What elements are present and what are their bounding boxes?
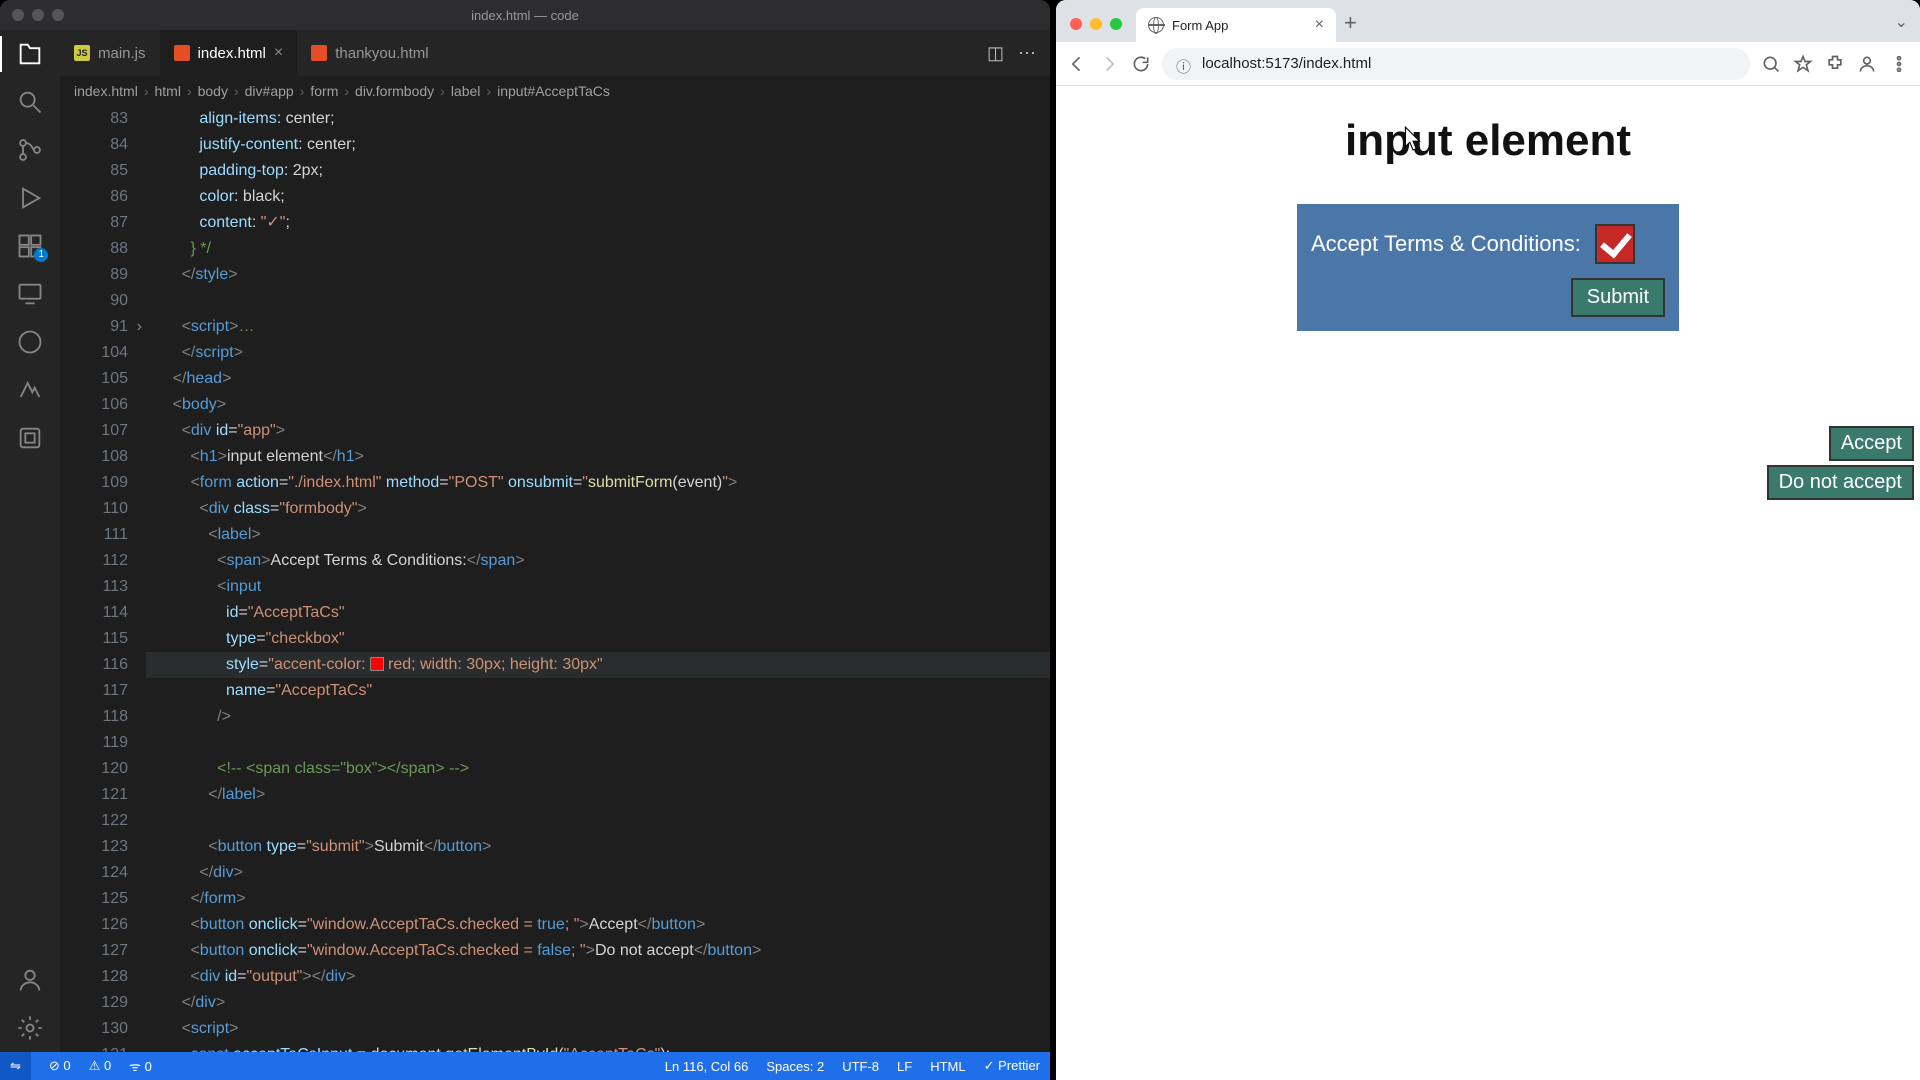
search-icon[interactable] [16, 88, 44, 116]
globe-icon [1148, 17, 1164, 33]
forward-button[interactable] [1098, 53, 1120, 75]
activity-icon-extra2[interactable] [16, 424, 44, 452]
html-file-icon [174, 45, 190, 61]
run-debug-icon[interactable] [16, 184, 44, 212]
status-ports[interactable]: ᯤ 0 [129, 1057, 152, 1075]
browser-titlebar: Form App × + ⌄ [1056, 0, 1920, 42]
source-control-icon[interactable] [16, 136, 44, 164]
copilot-icon[interactable] [16, 328, 44, 356]
activity-bar: 1 [0, 30, 60, 1052]
traffic-min[interactable] [1090, 18, 1102, 30]
account-icon[interactable] [16, 966, 44, 994]
reject-button[interactable]: Do not accept [1767, 465, 1914, 500]
status-prettier[interactable]: ✓ Prettier [984, 1058, 1040, 1074]
traffic-max[interactable] [1110, 18, 1122, 30]
html-file-icon [311, 45, 327, 61]
extensions-badge: 1 [34, 248, 48, 262]
profile-icon[interactable] [1856, 53, 1878, 75]
address-bar[interactable]: ⓘ localhost:5173/index.html [1162, 48, 1750, 80]
tab-index-html[interactable]: index.html × [160, 30, 298, 76]
tab-label: main.js [98, 45, 146, 62]
bookmark-icon[interactable] [1792, 53, 1814, 75]
status-encoding[interactable]: UTF-8 [842, 1059, 879, 1074]
split-editor-icon[interactable]: ◫ [987, 43, 1004, 64]
back-button[interactable] [1066, 53, 1088, 75]
tab-title: Form App [1172, 18, 1228, 33]
remote-indicator[interactable]: ⇋ [0, 1052, 31, 1080]
browser-menu-icon[interactable] [1888, 53, 1910, 75]
tab-main-js[interactable]: JS main.js [60, 30, 160, 76]
side-buttons: Accept Do not accept [1767, 426, 1914, 500]
js-file-icon: JS [74, 45, 90, 61]
editor-area: JS main.js index.html × thankyou.html ◫ [60, 30, 1050, 1052]
settings-gear-icon[interactable] [16, 1014, 44, 1042]
editor-tabbar: JS main.js index.html × thankyou.html ◫ [60, 30, 1050, 76]
extensions-puzzle-icon[interactable] [1824, 53, 1846, 75]
status-language[interactable]: HTML [930, 1059, 965, 1074]
reload-button[interactable] [1130, 53, 1152, 75]
extensions-icon[interactable]: 1 [16, 232, 44, 260]
tab-close-icon[interactable]: × [274, 44, 283, 62]
vscode-window: index.html — code 1 JS [0, 0, 1050, 1080]
vscode-titlebar: index.html — code [0, 0, 1050, 30]
breadcrumb[interactable]: index.html›html›body›div#app›form›div.fo… [60, 76, 1050, 106]
explorer-icon[interactable] [16, 40, 44, 68]
accept-label-text: Accept Terms & Conditions: [1311, 231, 1581, 257]
rendered-page: input element Accept Terms & Conditions:… [1056, 86, 1920, 1080]
tab-overflow-icon[interactable]: ⌄ [1895, 12, 1908, 32]
tab-thankyou-html[interactable]: thankyou.html [297, 30, 442, 76]
browser-toolbar: ⓘ localhost:5173/index.html [1056, 42, 1920, 86]
vscode-window-title: index.html — code [0, 8, 1050, 23]
browser-tab[interactable]: Form App × [1136, 8, 1336, 42]
status-indent[interactable]: Spaces: 2 [766, 1059, 824, 1074]
zoom-icon[interactable] [1760, 53, 1782, 75]
activity-icon-extra1[interactable] [16, 376, 44, 404]
accept-label[interactable]: Accept Terms & Conditions: [1311, 224, 1665, 264]
page-heading: input element [1056, 116, 1920, 166]
traffic-close[interactable] [1070, 18, 1082, 30]
browser-traffic-lights [1070, 18, 1122, 30]
line-gutter: 8384858687888990911041051061071081091101… [60, 106, 146, 1052]
status-eol[interactable]: LF [897, 1059, 912, 1074]
browser-window: Form App × + ⌄ ⓘ localhost:5173/index.ht… [1056, 0, 1920, 1080]
tab-close-icon[interactable]: × [1315, 16, 1324, 34]
form-box: Accept Terms & Conditions: Submit [1297, 204, 1679, 331]
status-warnings[interactable]: ⚠ 0 [89, 1058, 112, 1074]
tab-label: index.html [198, 45, 266, 62]
code-lines[interactable]: align-items: center; justify-content: ce… [146, 106, 1050, 1052]
url-text: localhost:5173/index.html [1202, 55, 1371, 72]
accept-button[interactable]: Accept [1829, 426, 1914, 461]
site-info-icon[interactable]: ⓘ [1176, 56, 1192, 72]
submit-button[interactable]: Submit [1571, 278, 1665, 317]
new-tab-button[interactable]: + [1344, 10, 1357, 36]
status-bar: ⇋ ⊘ 0 ⚠ 0 ᯤ 0 Ln 116, Col 66 Spaces: 2 U… [0, 1052, 1050, 1080]
more-actions-icon[interactable]: ⋯ [1018, 43, 1036, 64]
code-editor[interactable]: 8384858687888990911041051061071081091101… [60, 106, 1050, 1052]
status-errors[interactable]: ⊘ 0 [49, 1058, 71, 1074]
tab-label: thankyou.html [335, 45, 428, 62]
remote-explorer-icon[interactable] [16, 280, 44, 308]
status-cursor[interactable]: Ln 116, Col 66 [665, 1059, 749, 1074]
accept-checkbox[interactable] [1595, 224, 1635, 264]
